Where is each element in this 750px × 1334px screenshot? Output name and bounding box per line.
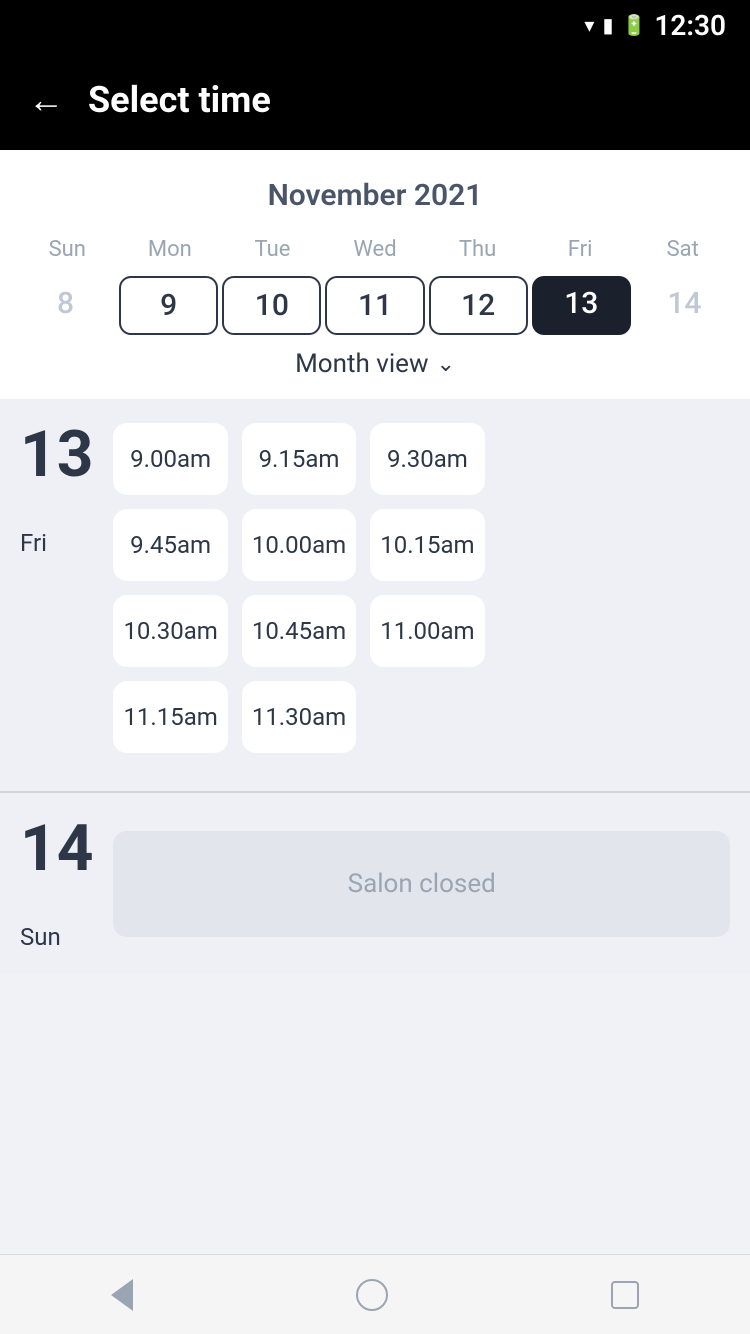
weekday-wed: Wed: [324, 233, 427, 266]
day-8[interactable]: 8: [16, 276, 115, 335]
slot-1000am[interactable]: 10.00am: [242, 509, 356, 581]
weekday-thu: Thu: [426, 233, 529, 266]
day-14[interactable]: 14: [635, 276, 734, 335]
header-title: Select time: [88, 79, 271, 121]
nav-recents-button[interactable]: [611, 1281, 639, 1309]
day14-inner: 14 Sun Salon closed: [20, 817, 730, 951]
day-10[interactable]: 10: [222, 276, 321, 335]
battery-icon: 🔋: [621, 13, 646, 37]
signal-icon: ▮: [602, 13, 613, 37]
day13-num: 13: [20, 423, 93, 487]
slot-900am[interactable]: 9.00am: [113, 423, 227, 495]
slot-1045am[interactable]: 10.45am: [242, 595, 356, 667]
weekday-sun: Sun: [16, 233, 119, 266]
slot-915am[interactable]: 9.15am: [242, 423, 356, 495]
month-view-label: Month view: [295, 349, 428, 379]
back-button[interactable]: ←: [28, 82, 64, 118]
slot-1130am[interactable]: 11.30am: [242, 681, 356, 753]
day-12[interactable]: 12: [429, 276, 528, 335]
status-time: 12:30: [654, 9, 726, 42]
nav-back-button[interactable]: [111, 1279, 133, 1311]
day14-num: 14: [20, 817, 93, 881]
weekday-sat: Sat: [631, 233, 734, 266]
slot-945am[interactable]: 9.45am: [113, 509, 227, 581]
day-9[interactable]: 9: [119, 276, 218, 335]
weekday-mon: Mon: [119, 233, 222, 266]
week-row: 8 9 10 11 12 13 14: [16, 276, 734, 335]
day13-header: 13 Fri 9.00am 9.15am 9.30am 9.45am 10.00…: [20, 423, 730, 753]
calendar-section: November 2021 Sun Mon Tue Wed Thu Fri Sa…: [0, 150, 750, 399]
bottom-nav: [0, 1254, 750, 1334]
slot-1115am[interactable]: 11.15am: [113, 681, 227, 753]
wifi-icon: ▾: [584, 13, 594, 37]
day-11[interactable]: 11: [325, 276, 424, 335]
day13-section: 13 Fri 9.00am 9.15am 9.30am 9.45am 10.00…: [0, 399, 750, 791]
month-label: November 2021: [16, 178, 734, 213]
salon-closed-label: Salon closed: [113, 831, 730, 937]
time-grid-13: 9.00am 9.15am 9.30am 9.45am 10.00am 10.1…: [113, 423, 484, 753]
month-view-toggle[interactable]: Month view ⌄: [16, 335, 734, 383]
slot-1100am[interactable]: 11.00am: [370, 595, 484, 667]
chevron-down-icon: ⌄: [436, 352, 454, 377]
day14-dayname: Sun: [20, 923, 93, 951]
status-icons: ▾ ▮ 🔋 12:30: [584, 9, 726, 42]
slot-1015am[interactable]: 10.15am: [370, 509, 484, 581]
weekday-fri: Fri: [529, 233, 632, 266]
nav-home-button[interactable]: [356, 1279, 388, 1311]
slot-930am[interactable]: 9.30am: [370, 423, 484, 495]
day14-section: 14 Sun Salon closed: [0, 793, 750, 975]
day13-dayname: Fri: [20, 529, 93, 557]
status-bar: ▾ ▮ 🔋 12:30: [0, 0, 750, 50]
weekday-tue: Tue: [221, 233, 324, 266]
weekdays-row: Sun Mon Tue Wed Thu Fri Sat: [16, 233, 734, 266]
day-13[interactable]: 13: [532, 276, 631, 335]
slot-1030am[interactable]: 10.30am: [113, 595, 227, 667]
header: ← Select time: [0, 50, 750, 150]
